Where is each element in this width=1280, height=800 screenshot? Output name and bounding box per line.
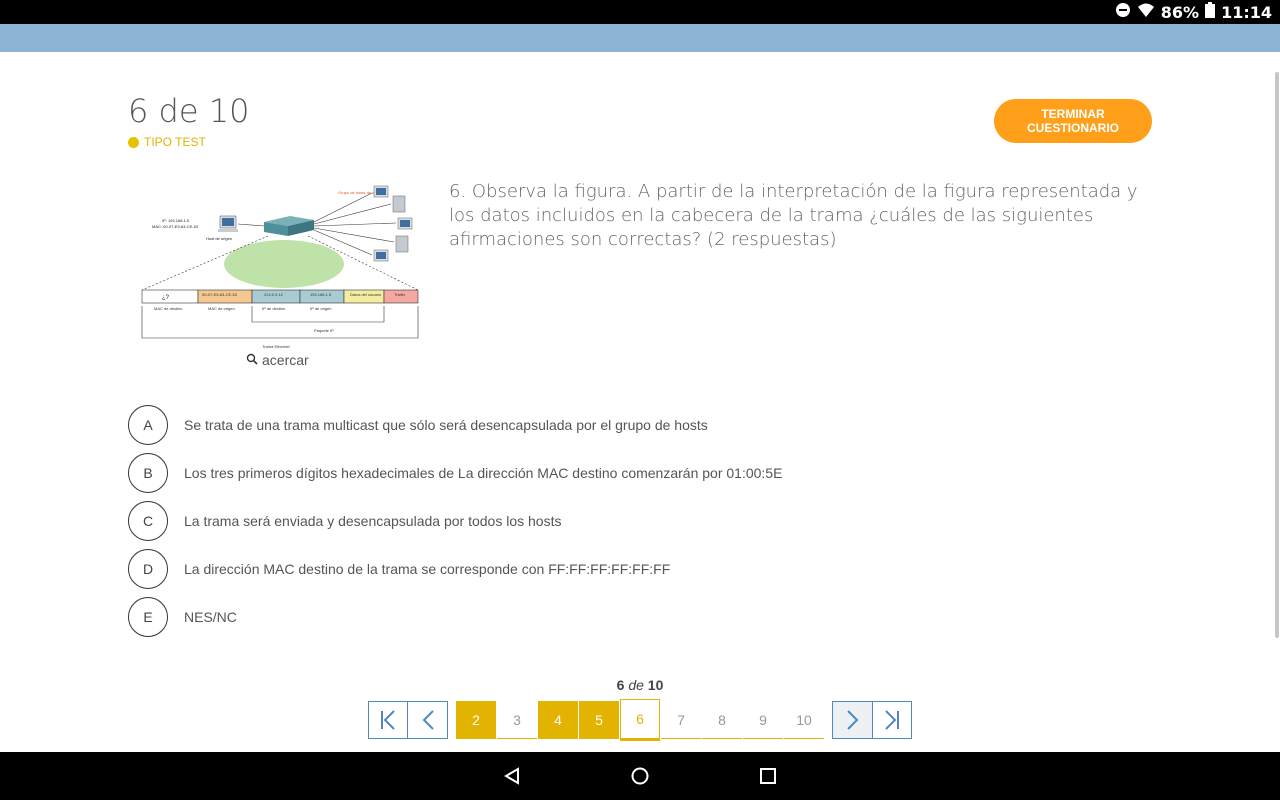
packet-label: Paquete IP (314, 328, 334, 333)
back-triangle-icon (504, 767, 519, 785)
system-nav-bar (0, 752, 1280, 800)
pager-label: 6 de 10 (0, 677, 1280, 693)
frame-label: Trama Ethernet (262, 344, 291, 349)
question-counter: 6 de 10 (128, 92, 250, 130)
switch-icon (264, 216, 314, 236)
field-src-ip: IP de origen (310, 306, 332, 311)
field-dest-ip: IP de destino (262, 306, 286, 311)
home-button[interactable] (616, 752, 664, 800)
wifi-icon (1137, 2, 1155, 22)
source-mac-label: MAC: 00-07-E9-63-CE-53 (152, 224, 199, 229)
page-8[interactable]: 8 (702, 701, 742, 739)
first-page-button[interactable] (368, 701, 408, 739)
option-b[interactable]: B Los tres primeros dígitos hexadecimale… (128, 453, 782, 493)
option-d[interactable]: D La dirección MAC destino de la trama s… (128, 549, 670, 589)
field-src-mac: MAC de origen (208, 306, 235, 311)
question-figure[interactable]: Grupo de hosts de destino IP: 192.168.1.… (138, 180, 422, 352)
battery-percent: 86% (1160, 2, 1200, 22)
page-6-current[interactable]: 6 (620, 699, 660, 741)
option-text[interactable]: La trama será enviada y desencapsulada p… (184, 513, 561, 529)
magnifier-icon (246, 352, 258, 368)
back-button[interactable] (488, 752, 536, 800)
option-a[interactable]: A Se trata de una trama multicast que só… (128, 405, 708, 445)
option-e[interactable]: E NES/NC (128, 597, 237, 637)
pager-current: 6 (616, 677, 625, 693)
frame-cell-dest-mac: ¿? (162, 295, 170, 301)
finish-quiz-button[interactable]: TERMINAR CUESTIONARIO (994, 99, 1152, 143)
source-pc-icon (218, 215, 238, 232)
page-10[interactable]: 10 (784, 701, 824, 739)
source-host-label: Host de origen (206, 236, 232, 241)
page-9[interactable]: 9 (743, 701, 783, 739)
app-bar (0, 24, 1280, 52)
option-letter[interactable]: D (128, 549, 168, 589)
frame-cell-src-ip: 192.168.1.5 (310, 292, 332, 297)
source-ip-label: IP: 192.168.1.5 (162, 218, 190, 223)
first-page-icon (381, 710, 395, 730)
next-page-button[interactable] (832, 701, 873, 739)
field-dest-mac: MAC de destino (154, 306, 183, 311)
frame-cell-src-mac: 00-07-E9-63-CE-53 (202, 292, 238, 297)
recents-square-icon (760, 768, 776, 784)
option-text[interactable]: La dirección MAC destino de la trama se … (184, 561, 670, 577)
page-2[interactable]: 2 (456, 701, 496, 739)
type-dot-icon (128, 136, 139, 148)
pager-of: de (628, 677, 644, 693)
battery-icon (1205, 2, 1216, 22)
option-letter[interactable]: A (128, 405, 168, 445)
home-circle-icon (631, 767, 649, 785)
option-c[interactable]: C La trama será enviada y desencapsulada… (128, 501, 561, 541)
last-page-icon (885, 710, 899, 730)
status-bar: 86% 11:14 (0, 0, 1280, 24)
option-letter[interactable]: E (128, 597, 168, 637)
page-7[interactable]: 7 (661, 701, 701, 739)
page-4[interactable]: 4 (538, 701, 578, 739)
frame-cell-trailer: Tráiler (394, 292, 406, 297)
zoom-link[interactable]: acercar (246, 352, 309, 368)
chevron-right-icon (846, 710, 858, 730)
do-not-disturb-icon (1115, 2, 1131, 22)
recents-button[interactable] (744, 752, 792, 800)
option-letter[interactable]: B (128, 453, 168, 493)
question-type-label: TIPO TEST (144, 135, 206, 149)
option-text[interactable]: NES/NC (184, 609, 237, 625)
frame-cell-dest-ip: 224.0.0.12 (264, 292, 284, 297)
page-5[interactable]: 5 (579, 701, 619, 739)
frame-cell-data: Datos del usuario (350, 292, 382, 297)
question-type: TIPO TEST (128, 135, 206, 149)
last-page-button[interactable] (872, 701, 912, 739)
chevron-left-icon (422, 710, 434, 730)
pager-total: 10 (647, 677, 664, 693)
page-3[interactable]: 3 (497, 701, 537, 739)
question-text: 6. Observa la figura. A partir de la int… (449, 181, 1138, 250)
prev-page-button[interactable] (407, 701, 448, 739)
clock: 11:14 (1221, 2, 1272, 22)
option-text[interactable]: Se trata de una trama multicast que sólo… (184, 417, 708, 433)
option-letter[interactable]: C (128, 501, 168, 541)
zoom-label: acercar (262, 352, 309, 368)
option-text[interactable]: Los tres primeros dígitos hexadecimales … (184, 465, 782, 481)
scrollbar[interactable] (1275, 72, 1279, 638)
